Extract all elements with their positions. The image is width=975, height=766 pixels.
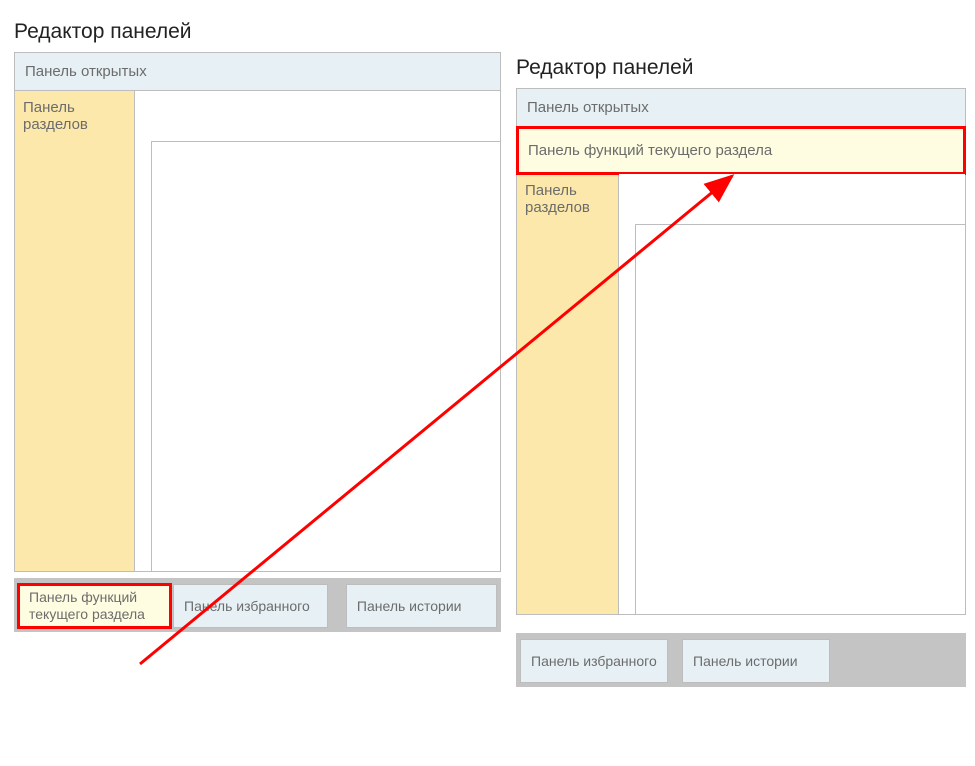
tray-item-favorites[interactable]: Панель избранного — [173, 584, 328, 628]
available-panels-tray: Панель функций текущего раздела Панель и… — [14, 578, 501, 632]
tray-item-history[interactable]: Панель истории — [346, 584, 497, 628]
functions-panel-bar[interactable]: Панель функций текущего раздела — [517, 127, 965, 174]
content-area — [135, 91, 500, 571]
inner-content-panel — [151, 141, 500, 571]
sections-panel[interactable]: Панель разделов — [15, 91, 135, 571]
open-panel-bar[interactable]: Панель открытых — [15, 53, 500, 91]
open-panel-bar[interactable]: Панель открытых — [517, 89, 965, 127]
tray-item-functions[interactable]: Панель функций текущего раздела — [18, 584, 171, 628]
sections-panel[interactable]: Панель разделов — [517, 174, 619, 614]
tray-item-history[interactable]: Панель истории — [682, 639, 830, 683]
editor-title: Редактор панелей — [516, 56, 966, 80]
content-area — [619, 174, 965, 614]
midzone: Панель разделов — [15, 91, 500, 571]
panel-box: Панель открытых Панель разделов — [14, 52, 501, 572]
inner-content-panel — [635, 224, 965, 614]
midzone: Панель разделов — [517, 174, 965, 614]
panel-editor-right: Редактор панелей Панель открытых Панель … — [516, 56, 966, 687]
editor-title: Редактор панелей — [14, 20, 501, 44]
panel-editor-left: Редактор панелей Панель открытых Панель … — [14, 20, 501, 632]
available-panels-tray: Панель избранного Панель истории — [516, 633, 966, 687]
panel-box: Панель открытых Панель функций текущего … — [516, 88, 966, 615]
tray-item-favorites[interactable]: Панель избранного — [520, 639, 668, 683]
